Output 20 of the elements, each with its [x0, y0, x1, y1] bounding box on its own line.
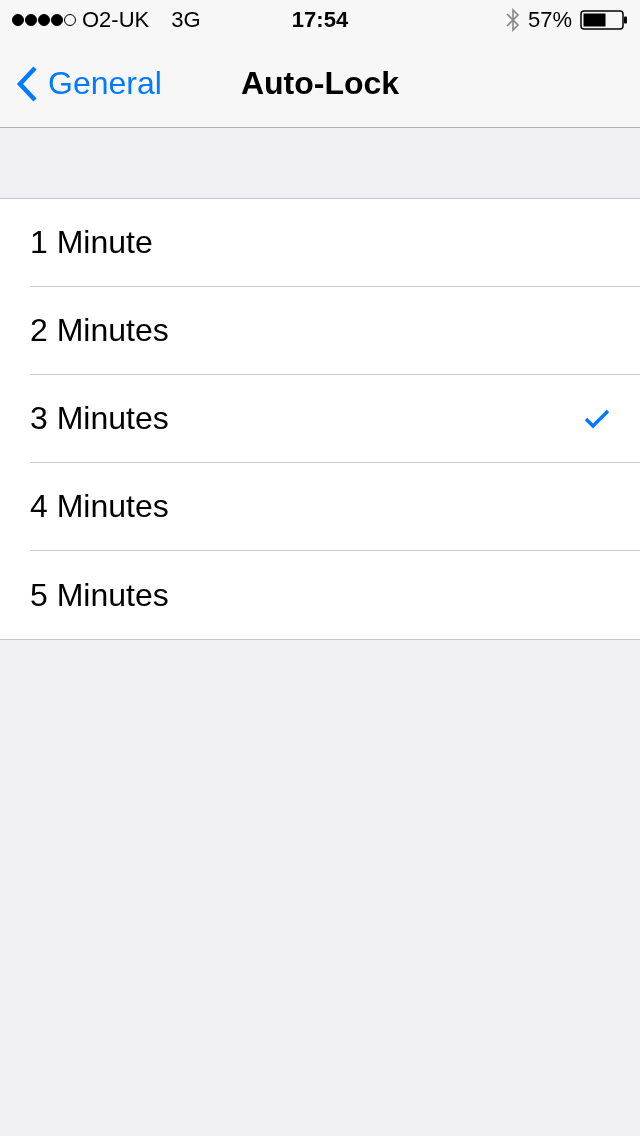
battery-percentage: 57% [527, 7, 572, 33]
option-label: 5 Minutes [30, 576, 169, 614]
back-button[interactable]: General [0, 64, 241, 103]
network-type: 3G [171, 7, 201, 33]
page-title: Auto-Lock [240, 65, 400, 102]
option-row[interactable]: 1 Minute [30, 199, 640, 287]
carrier-name: O2-UK [82, 7, 150, 33]
option-row[interactable]: 3 Minutes [30, 375, 640, 463]
chevron-left-icon [16, 64, 38, 103]
battery-icon [580, 10, 628, 30]
option-label: 1 Minute [30, 224, 153, 261]
option-row[interactable]: 5 Minutes [30, 551, 640, 639]
option-label: 2 Minutes [30, 312, 169, 349]
option-label: 3 Minutes [30, 400, 169, 437]
option-row[interactable]: 2 Minutes [30, 287, 640, 375]
option-row[interactable]: 4 Minutes [30, 463, 640, 551]
bluetooth-icon [505, 8, 520, 32]
option-label: 4 Minutes [30, 488, 169, 525]
status-time: 17:54 [291, 7, 349, 33]
signal-icon [12, 13, 76, 27]
